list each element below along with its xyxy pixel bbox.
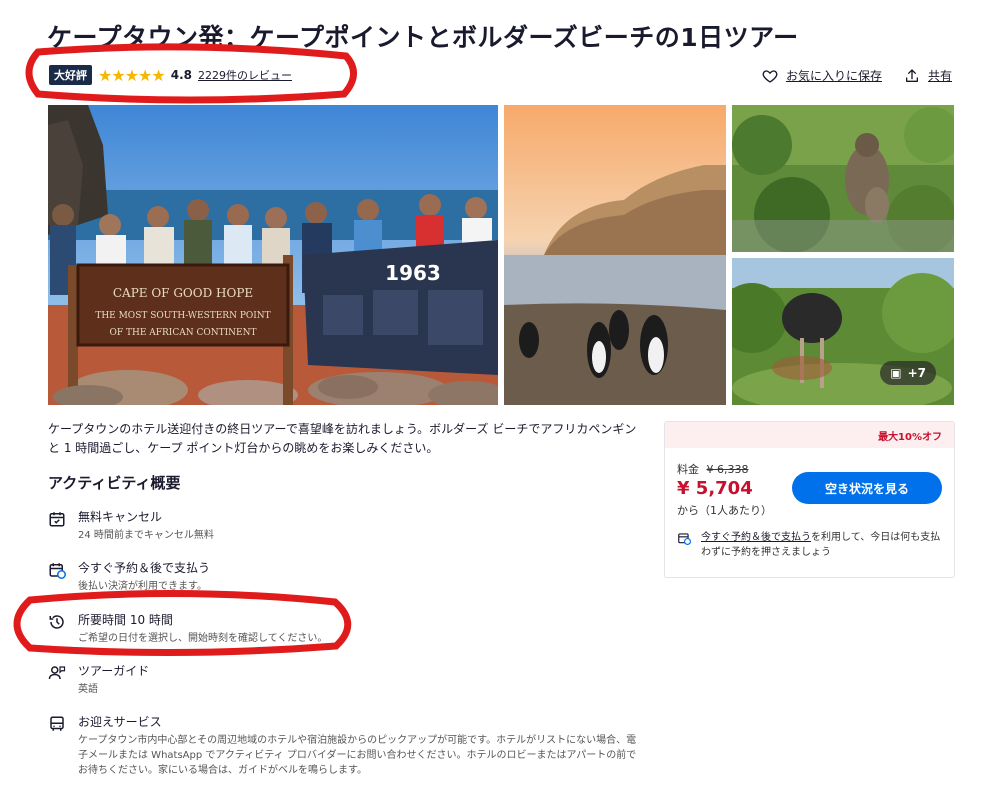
gallery-penguins-photo[interactable] bbox=[504, 105, 726, 405]
sign-line2: THE MOST SOUTH-WESTERN POINT bbox=[95, 311, 270, 321]
feature-sub: 24 時間前までキャンセル無料 bbox=[78, 530, 214, 541]
feature-free-cancel: 無料キャンセル 24 時間前までキャンセル無料 bbox=[48, 508, 638, 543]
more-photos-label: +7 bbox=[907, 366, 926, 380]
feature-guide: ツアーガイド 英語 bbox=[48, 662, 638, 697]
feature-pickup: お迎えサービス ケープタウン市内中心部とその周辺地域のホテルや宿泊施設からのピッ… bbox=[48, 713, 638, 778]
check-availability-button[interactable]: 空き状況を見る bbox=[792, 472, 942, 504]
reviews-link[interactable]: 2229件のレビュー bbox=[198, 67, 292, 83]
bus-icon bbox=[50, 716, 64, 731]
overview-title: アクティビティ概要 bbox=[48, 474, 181, 492]
share-icon bbox=[905, 68, 918, 82]
price-label: 料金 ¥ 6,338 bbox=[677, 461, 749, 477]
star-icon: ★ bbox=[98, 65, 112, 85]
feature-title: 今すぐ予約＆後で支払う bbox=[78, 561, 211, 575]
feature-sub: ご希望の日付を選択し、開始時刻を確認してください。 bbox=[78, 633, 328, 644]
rating-badge: 大好評 bbox=[49, 65, 92, 85]
feature-title: 所要時間 10 時間 bbox=[78, 613, 173, 627]
star-icon: ★ bbox=[111, 65, 125, 85]
cape-group-photo: CAPE OF GOOD HOPE THE MOST SOUTH-WESTERN… bbox=[48, 105, 498, 405]
header-actions: お気に入りに保存 共有 bbox=[762, 67, 952, 84]
feature-title: ツアーガイド bbox=[78, 664, 150, 678]
description: ケープタウンのホテル送迎付きの終日ツアーで喜望峰を訪れましょう。ボルダーズ ビー… bbox=[48, 422, 637, 455]
gallery-baboon-photo[interactable] bbox=[732, 105, 954, 252]
feature-duration: 所要時間 10 時間 ご希望の日付を選択し、開始時刻を確認してください。 bbox=[48, 611, 638, 646]
sign-line1: CAPE OF GOOD HOPE bbox=[113, 286, 253, 300]
price-card: 最大10%オフ 料金 ¥ 6,338 ¥ 5,704 から（1人あたり） 空き状… bbox=[664, 421, 955, 578]
favorite-label: お気に入りに保存 bbox=[785, 69, 882, 83]
feature-sub: 後払い決済が利用できます。 bbox=[78, 581, 207, 592]
calendar-check-icon bbox=[49, 512, 65, 527]
share-label: 共有 bbox=[927, 69, 952, 83]
feature-pay-later: 今すぐ予約＆後で支払う 後払い決済が利用できます。 bbox=[48, 559, 638, 594]
guide-person-icon bbox=[48, 666, 66, 680]
discount-banner: 最大10%オフ bbox=[665, 422, 954, 448]
feature-title: お迎えサービス bbox=[78, 715, 162, 729]
more-photos-button[interactable]: ▣ +7 bbox=[880, 361, 936, 385]
price-unit: から（1人あたり） bbox=[677, 504, 772, 517]
star-icon: ★ bbox=[151, 65, 165, 85]
star-icon: ★ bbox=[138, 65, 152, 85]
star-rating: ★ ★ ★ ★ ★ bbox=[98, 65, 166, 85]
history-clock-icon bbox=[49, 615, 64, 629]
current-price: ¥ 5,704 bbox=[677, 478, 753, 499]
sign-line3: OF THE AFRICAN CONTINENT bbox=[110, 328, 257, 338]
gallery-ostrich-photo[interactable]: ▣ +7 bbox=[732, 258, 954, 405]
calendar-clock-icon bbox=[49, 563, 66, 579]
banner-year: 1963 bbox=[385, 261, 441, 285]
price-label-text: 料金 bbox=[677, 463, 699, 476]
baboon-photo bbox=[732, 105, 954, 252]
rating-score: 4.8 bbox=[170, 68, 192, 82]
heart-icon bbox=[762, 69, 778, 83]
feature-sub: 英語 bbox=[78, 684, 98, 695]
image-icon: ▣ bbox=[890, 366, 902, 380]
rating-row: 大好評 ★ ★ ★ ★ ★ 4.8 2229件のレビュー bbox=[49, 65, 292, 85]
favorite-button[interactable]: お気に入りに保存 bbox=[762, 67, 882, 84]
pay-later-link[interactable]: 今すぐ予約＆後で支払う bbox=[701, 532, 811, 543]
feature-title: 無料キャンセル bbox=[78, 510, 163, 524]
pay-later-note: 今すぐ予約＆後で支払うを利用して、今日は何も支払わずに予約を押さえましょう bbox=[677, 530, 942, 560]
old-price: ¥ 6,338 bbox=[706, 463, 749, 476]
page-title: ケープタウン発：ケープポイントとボルダーズビーチの1日ツアー bbox=[47, 23, 799, 52]
gallery-main-photo[interactable]: CAPE OF GOOD HOPE THE MOST SOUTH-WESTERN… bbox=[48, 105, 498, 405]
calendar-clock-icon bbox=[678, 533, 691, 545]
star-icon: ★ bbox=[124, 65, 139, 85]
penguin-beach-photo bbox=[504, 105, 726, 405]
share-button[interactable]: 共有 bbox=[904, 67, 952, 84]
feature-sub: ケープタウン市内中心部とその周辺地域のホテルや宿泊施設からのピックアップが可能で… bbox=[78, 735, 637, 776]
